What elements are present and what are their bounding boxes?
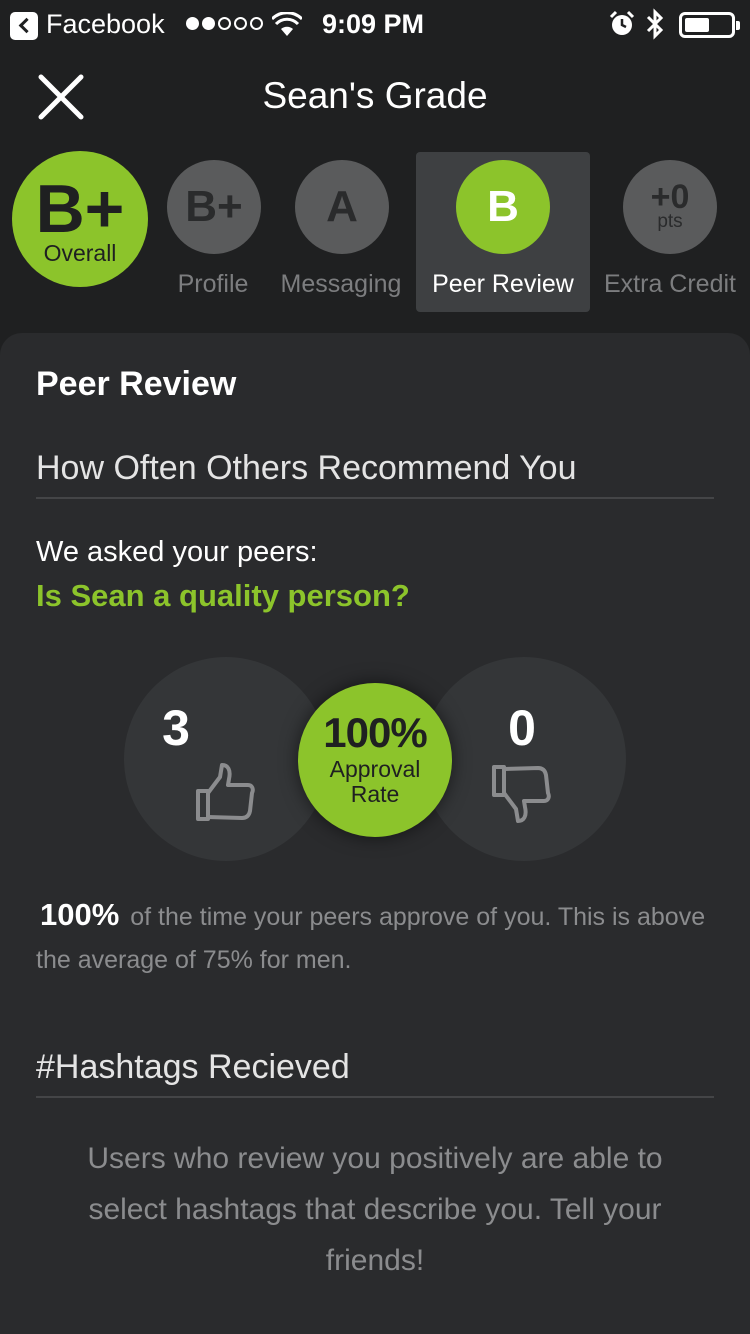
tab-peer-review[interactable]: B Peer Review	[418, 148, 588, 312]
signal-dot	[186, 17, 199, 30]
hashtags-info: Users who review you positively are able…	[87, 1142, 663, 1277]
thumbs-down-icon	[492, 765, 551, 823]
battery-level	[685, 18, 709, 32]
messaging-grade-badge: A	[295, 160, 389, 254]
peer-question: Is Sean a quality person?	[36, 578, 410, 613]
signal-dot	[234, 17, 247, 30]
back-app-label[interactable]: Facebook	[46, 9, 165, 40]
wifi-icon	[272, 12, 302, 36]
page-title: Sean's Grade	[262, 75, 488, 116]
status-bar: Facebook 9:09 PM	[0, 0, 750, 50]
extra-credit-badge: +0 pts	[623, 160, 717, 254]
status-time: 9:09 PM	[322, 9, 425, 39]
section-title: Peer Review	[36, 365, 237, 403]
profile-grade: B+	[185, 182, 243, 231]
approval-rate-value: 100%	[323, 709, 427, 756]
grade-tabs: B+ Overall B+ Profile A Messaging B Peer…	[0, 148, 750, 318]
thumbs-up-count: 3	[162, 700, 190, 756]
hashtags-heading: #Hashtags Recieved	[36, 1048, 350, 1086]
approval-stat-value: 100%	[40, 897, 120, 932]
signal-dot	[250, 17, 263, 30]
thumbs-down-panel: 0	[422, 657, 626, 861]
alarm-icon	[609, 10, 635, 35]
peer-review-card: Peer Review How Often Others Recommend Y…	[0, 333, 750, 1334]
battery-icon	[679, 12, 740, 38]
overall-grade: B+	[35, 170, 125, 247]
approval-rate-label: Approval Rate	[329, 756, 421, 807]
overall-label: Overall	[43, 239, 117, 266]
tab-label-extra-credit: Extra Credit	[604, 270, 736, 298]
extra-credit-points: +0	[650, 178, 690, 216]
tab-messaging[interactable]: A Messaging	[256, 148, 426, 312]
recommend-heading: How Often Others Recommend You	[36, 449, 577, 487]
signal-dot	[202, 17, 215, 30]
tab-extra-credit[interactable]: +0 pts Extra Credit	[585, 148, 750, 312]
extra-credit-unit: pts	[657, 211, 683, 232]
thumbs-up-icon	[196, 763, 255, 821]
back-to-app-icon[interactable]	[10, 12, 38, 40]
profile-grade-badge: B+	[167, 160, 261, 254]
peer-review-grade-badge: B	[456, 160, 550, 254]
messaging-grade: A	[326, 182, 358, 231]
bluetooth-icon	[646, 8, 664, 40]
signal-dot	[218, 17, 231, 30]
divider	[36, 497, 714, 499]
tab-label-messaging: Messaging	[280, 270, 402, 298]
asked-label: We asked your peers:	[36, 536, 318, 568]
thumbs-down-count: 0	[508, 700, 536, 756]
tab-label-peer-review: Peer Review	[432, 270, 574, 298]
peer-review-grade: B	[487, 182, 519, 231]
signal-strength-icon	[186, 17, 263, 30]
approval-rate-badge: 100% Approval Rate	[298, 683, 452, 837]
approval-stat-text: of the time your peers approve of you. T…	[36, 903, 706, 974]
divider	[36, 1096, 714, 1098]
approval-stat: 100% of the time your peers approve of y…	[36, 893, 726, 982]
